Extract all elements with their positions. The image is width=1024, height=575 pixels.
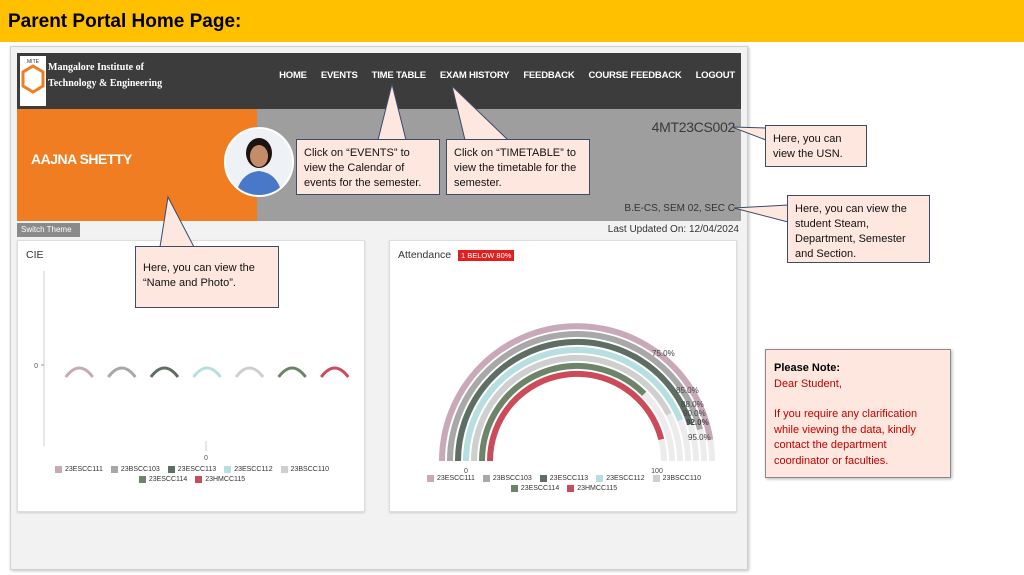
dept-callout-pointer [733,204,789,223]
name-callout-pointer [159,195,195,248]
note-greeting: Dear Student, [774,377,842,390]
events-callout-pointer [377,83,407,141]
note-heading: Please Note: [774,362,841,374]
name-photo-callout: Here, you can view the “Name and Photo”. [135,246,279,308]
timetable-callout: Click on “TIMETABLE” to view the timetab… [446,139,590,195]
usn-callout: Here, you can view the USN. [765,125,867,167]
events-callout: Click on “EVENTS” to view the Calendar o… [296,139,440,195]
timetable-callout-pointer [451,84,510,141]
dept-callout: Here, you can view the student Steam, De… [787,195,930,263]
note-box: Please Note: Dear Student, If you requir… [765,349,951,478]
note-body: If you require any clarification while v… [774,408,918,467]
usn-callout-pointer [731,126,767,141]
